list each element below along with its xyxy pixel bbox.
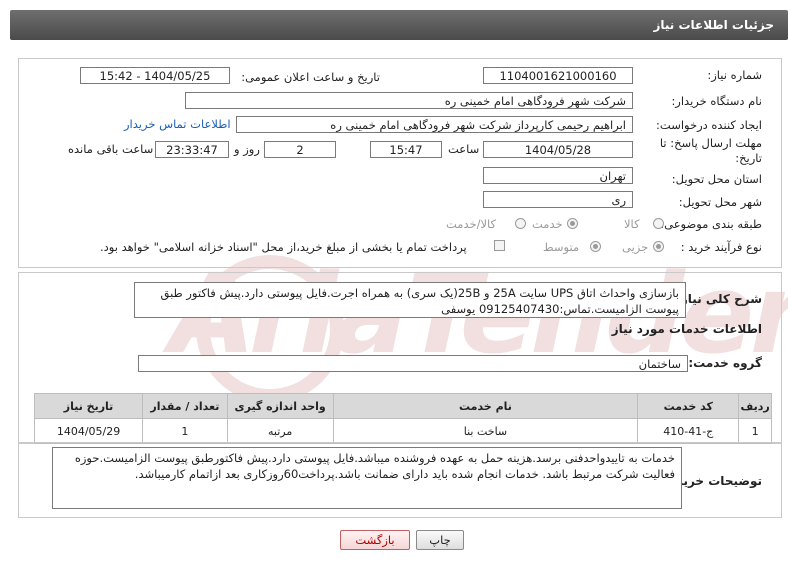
service-group-label: گروه خدمت:: [688, 356, 762, 370]
category-option-goods: کالا: [624, 217, 640, 231]
table-row: 1 ج-41-410 ساخت بنا مرتبه 1 1404/05/29: [33, 418, 772, 444]
process-option-minor: جزیی: [622, 240, 649, 254]
remaining-time-label: ساعت باقی مانده: [68, 142, 154, 156]
col-code-header: کد خدمت: [637, 393, 740, 419]
category-radio-goods-service[interactable]: [515, 218, 526, 229]
process-option-medium: متوسط: [543, 240, 580, 254]
category-radio-service[interactable]: [567, 218, 578, 229]
service-group-field: ساختمان: [138, 355, 688, 372]
col-row-header: ردیف: [738, 393, 772, 419]
payment-treasury-checkbox[interactable]: [494, 240, 505, 251]
announce-field: 1404/05/25 - 15:42: [80, 67, 230, 84]
cell-code: ج-41-410: [637, 418, 740, 444]
process-radio-minor[interactable]: [653, 241, 664, 252]
category-option-goods-service: کالا/خدمت: [446, 217, 497, 231]
need-number-label: شماره نیاز:: [707, 68, 762, 82]
deadline-time-label: ساعت: [448, 142, 480, 156]
city-label: شهر محل تحویل:: [678, 195, 762, 209]
page-header: جزئیات اطلاعات نیاز: [0, 0, 788, 44]
buyer-org-label: نام دستگاه خریدار:: [671, 94, 762, 108]
days-field: 2: [264, 141, 336, 158]
header-bar: جزئیات اطلاعات نیاز: [10, 10, 788, 40]
category-radio-goods[interactable]: [653, 218, 664, 229]
col-date-header: تاریخ نیاز: [33, 393, 144, 419]
cell-row: 1: [738, 418, 772, 444]
deadline-label: مهلت ارسال پاسخ: تا تاریخ:: [632, 136, 762, 166]
creator-field: ابراهیم رحیمی کارپرداز شرکت شهر فرودگاهی…: [236, 116, 633, 133]
back-button[interactable]: بازگشت: [340, 530, 410, 550]
remaining-time-field: 23:33:47: [155, 141, 229, 158]
category-label: طبقه بندی موضوعی:: [660, 217, 762, 231]
deadline-time-field: 15:47: [370, 141, 442, 158]
description-textarea: بازسازی واحداث اتاق UPS سایت 25A و 25B(ی…: [134, 282, 686, 318]
category-option-service: خدمت: [532, 217, 563, 231]
description-label: شرح کلی نیاز:: [676, 292, 762, 306]
col-name-header: نام خدمت: [332, 393, 639, 419]
print-button[interactable]: چاپ: [416, 530, 464, 550]
col-qty-header: تعداد / مقدار: [142, 393, 228, 419]
col-unit-header: واحد اندازه گیری: [226, 393, 334, 419]
province-label: استان محل تحویل:: [671, 172, 762, 186]
city-field: ری: [483, 191, 633, 208]
buyer-org-field: شرکت شهر فرودگاهی امام خمینی ره: [185, 92, 633, 109]
payment-treasury-note: پرداخت تمام یا بخشی از مبلغ خرید،از محل …: [100, 240, 467, 254]
need-number-field: 1104001621000160: [483, 67, 633, 84]
province-field: تهران: [483, 167, 633, 184]
cell-date: 1404/05/29: [33, 418, 144, 444]
creator-label: ایجاد کننده درخواست:: [656, 118, 762, 132]
services-table: ردیف کد خدمت نام خدمت واحد اندازه گیری ت…: [33, 393, 772, 444]
cell-qty: 1: [142, 418, 228, 444]
deadline-date-field: 1404/05/28: [483, 141, 633, 158]
deadline-label-text: مهلت ارسال پاسخ: تا تاریخ:: [659, 136, 762, 165]
process-radio-medium[interactable]: [590, 241, 601, 252]
buyer-contact-link[interactable]: اطلاعات تماس خریدار: [124, 117, 231, 131]
days-label: روز و: [234, 142, 260, 156]
announce-label: تاریخ و ساعت اعلان عمومی:: [241, 70, 380, 84]
table-header-row: ردیف کد خدمت نام خدمت واحد اندازه گیری ت…: [33, 393, 772, 419]
cell-name: ساخت بنا: [332, 418, 639, 444]
process-label: نوع فرآیند خرید :: [680, 240, 762, 254]
page-title: جزئیات اطلاعات نیاز: [653, 18, 774, 32]
buyer-notes-textarea: خدمات به تاییدواحدفنی برسد.هزینه حمل به …: [52, 447, 682, 509]
services-section-title: اطلاعات خدمات مورد نیاز: [611, 322, 762, 336]
cell-unit: مرتبه: [226, 418, 334, 444]
